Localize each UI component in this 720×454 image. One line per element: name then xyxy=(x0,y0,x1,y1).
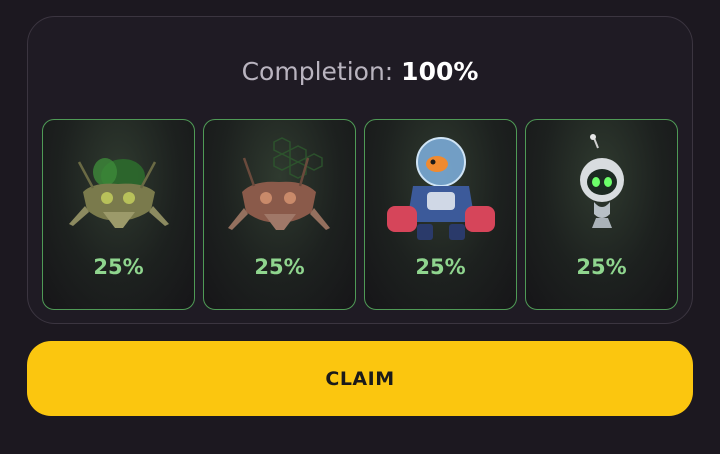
completion-value: 100% xyxy=(401,57,479,86)
green-insect-icon xyxy=(69,158,169,228)
brown-insect-icon xyxy=(228,137,330,230)
card-percent: 25% xyxy=(93,255,144,279)
reward-card-3: 25% xyxy=(364,119,517,310)
reward-card-2: 25% xyxy=(203,119,356,310)
reward-card-1: 25% xyxy=(42,119,195,310)
claim-button[interactable]: CLAIM xyxy=(27,341,693,416)
card-percent: 25% xyxy=(576,255,627,279)
completion-label: Completion: xyxy=(241,57,394,86)
robot-goldfish-icon xyxy=(387,137,495,240)
card-percent: 25% xyxy=(415,255,466,279)
reward-card-4: 25% xyxy=(525,119,678,310)
completion-text: Completion: 100% xyxy=(0,56,720,88)
robot-drone-icon xyxy=(580,134,624,228)
card-percent: 25% xyxy=(254,255,305,279)
